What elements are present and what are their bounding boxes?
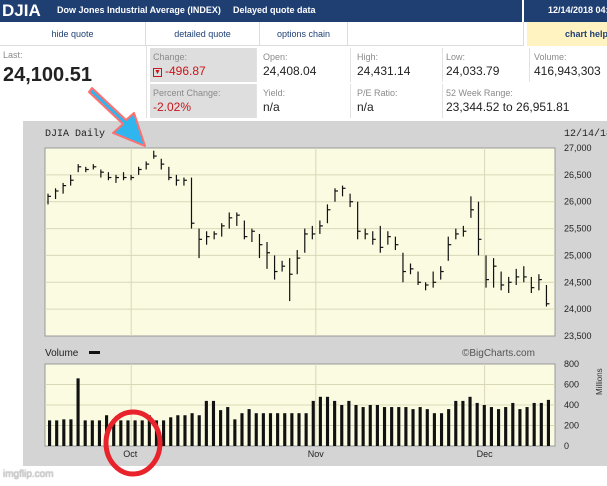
volume-bar [439, 413, 444, 446]
volume-tick-label: 800 [564, 359, 579, 369]
watermark: imgflip.com [3, 469, 54, 480]
volume-bar [532, 402, 536, 446]
volume-bar [361, 407, 365, 446]
volume-bar [183, 415, 187, 446]
volume-bar [119, 420, 123, 446]
volume-bar [539, 402, 543, 446]
volume-bar [368, 405, 372, 446]
month-label: Dec [477, 449, 494, 459]
volume-bar [325, 396, 330, 446]
volume-bar [468, 396, 472, 446]
volume-bar [546, 399, 550, 446]
volume-bar [55, 420, 59, 446]
volume-bar [375, 405, 379, 446]
volume-bar [340, 405, 344, 446]
volume-bar [425, 409, 429, 446]
price-tick-label: 26,500 [564, 170, 592, 180]
volume-bar [518, 409, 522, 446]
volume-bar [418, 407, 422, 446]
volume-bar [411, 409, 415, 446]
volume-bar [261, 413, 265, 446]
volume-bar [511, 402, 515, 446]
volume-bar [397, 407, 401, 446]
volume-bar [133, 420, 137, 446]
volume-bar [311, 400, 315, 446]
volume-bar [354, 405, 358, 446]
chart-date: 12/14/18 [564, 128, 607, 140]
volume-bar [276, 413, 280, 446]
chart-credit: ©BigCharts.com [462, 348, 535, 359]
volume-bar [83, 420, 87, 446]
volume-bar [226, 407, 230, 446]
volume-bar [48, 420, 52, 446]
volume-tick-label: 0 [564, 441, 569, 451]
volume-bar [240, 413, 244, 446]
price-tick-label: 25,000 [564, 250, 592, 260]
price-tick-label: 27,000 [564, 143, 592, 153]
volume-bar [247, 409, 251, 446]
volume-legend-swatch [89, 351, 100, 354]
volume-bar [140, 420, 144, 446]
chart-title: DJIA Daily [45, 128, 105, 140]
volume-bar [496, 409, 501, 446]
volume-bar [69, 419, 73, 446]
volume-bar [333, 400, 337, 446]
volume-bar [268, 413, 273, 446]
volume-bar [304, 413, 308, 446]
volume-bar [97, 420, 102, 446]
volume-bar [382, 407, 387, 446]
volume-bar [126, 420, 130, 446]
volume-bar [504, 407, 508, 446]
price-tick-label: 24,500 [564, 277, 592, 287]
price-tick-label: 26,000 [564, 197, 592, 207]
volume-bar [404, 407, 408, 446]
volume-bar [254, 413, 258, 446]
volume-bar [475, 402, 479, 446]
month-label: Oct [123, 449, 138, 459]
volume-bar [290, 413, 294, 446]
volume-bar [76, 378, 80, 446]
volume-bar [204, 400, 208, 446]
volume-bar [447, 409, 451, 446]
volume-bar [489, 407, 493, 446]
volume-tick-label: 400 [564, 400, 579, 410]
volume-bar [162, 420, 166, 446]
volume-bar [219, 410, 223, 446]
volume-bar [62, 419, 66, 446]
volume-bar [283, 413, 287, 446]
volume-unit: Millions [595, 368, 604, 395]
volume-bar [176, 415, 180, 446]
volume-label: Volume [45, 348, 79, 359]
volume-bar [461, 400, 465, 446]
volume-bar [197, 415, 201, 446]
volume-bar [211, 400, 216, 446]
volume-bar [454, 400, 458, 446]
volume-bar [432, 413, 436, 446]
volume-tick-label: 600 [564, 380, 579, 390]
volume-bar [347, 400, 351, 446]
volume-bar [297, 413, 301, 446]
volume-bar [169, 417, 173, 446]
volume-tick-label: 200 [564, 421, 579, 431]
volume-bar [390, 407, 394, 446]
volume-bar [318, 396, 322, 446]
volume-bar [525, 407, 529, 446]
price-tick-label: 25,500 [564, 224, 592, 234]
month-label: Nov [308, 449, 325, 459]
price-tick-label: 24,000 [564, 304, 592, 314]
price-volume-chart: DJIA Daily 12/14/18 Volume ©BigCharts.co… [44, 87, 607, 477]
volume-bar [233, 419, 237, 446]
price-tick-label: 23,500 [564, 331, 592, 341]
volume-bar [90, 420, 94, 446]
volume-bar [190, 413, 194, 446]
volume-bar [482, 405, 486, 446]
